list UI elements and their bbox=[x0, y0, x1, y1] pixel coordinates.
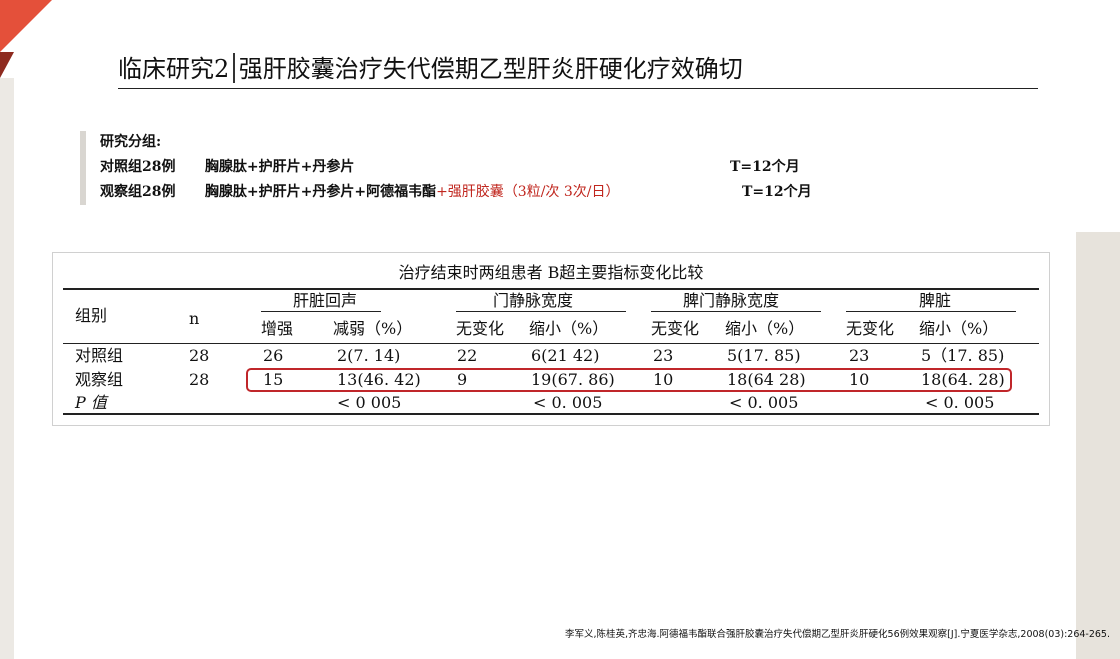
subheader: 缩小（%） bbox=[725, 319, 805, 338]
subheader: 减弱（%） bbox=[333, 319, 413, 338]
table-cell: 23 bbox=[849, 346, 870, 365]
col-n-header: n bbox=[189, 309, 200, 328]
table-cell: 10 bbox=[849, 370, 870, 389]
observation-group-duration: T=12个月 bbox=[742, 184, 812, 200]
title-prefix: 临床研究2 bbox=[118, 55, 230, 83]
slide: 临床研究2 强肝胶囊治疗失代偿期乙型肝炎肝硬化疗效确切 研究分组: 对照组28例 … bbox=[0, 0, 1120, 659]
groups-heading: 研究分组: bbox=[100, 134, 162, 150]
subheader: 缩小（%） bbox=[919, 319, 999, 338]
section-rule-1 bbox=[261, 311, 381, 312]
table-cell: 18(64 28) bbox=[727, 370, 806, 389]
header-bottom-rule bbox=[63, 343, 1039, 344]
table-cell: 22 bbox=[457, 346, 478, 365]
table-cell: 19(67. 86) bbox=[531, 370, 615, 389]
corner-ribbon bbox=[0, 0, 52, 52]
study-groups: 研究分组: 对照组28例 胸腺肽+护肝片+丹参片 T=12个月 观察组28例 胸… bbox=[80, 131, 840, 205]
control-group-label: 对照组28例 bbox=[100, 159, 176, 175]
citation: 李军义,陈桂英,齐忠海.阿德福韦酯联合强肝胶囊治疗失代偿期乙型肝炎肝硬化56例效… bbox=[565, 629, 1110, 640]
table-cell: 2(7. 14) bbox=[337, 346, 401, 365]
p-value: < 0. 005 bbox=[533, 393, 603, 412]
section-header-spleen: 脾脏 bbox=[919, 291, 952, 310]
p-value: < 0. 005 bbox=[925, 393, 995, 412]
section-rule-4 bbox=[846, 311, 1016, 312]
section-rule-2 bbox=[456, 311, 626, 312]
table-cell: 13(46. 42) bbox=[337, 370, 421, 389]
table-row-group: 对照组 bbox=[75, 346, 124, 365]
table-cell: 18(64. 28) bbox=[921, 370, 1005, 389]
control-group-regimen: 胸腺肽+护肝片+丹参片 bbox=[204, 159, 355, 175]
subheader: 无变化 bbox=[651, 319, 700, 338]
section-header-portal-vein: 门静脉宽度 bbox=[493, 291, 574, 310]
observation-group-row: 观察组28例 胸腺肽+护肝片+丹参片+阿德福韦酯+强肝胶囊（3粒/次 3次/日）… bbox=[100, 181, 840, 206]
subheader: 增强 bbox=[261, 319, 294, 338]
left-decor-strip bbox=[0, 78, 14, 659]
table-bottom-rule bbox=[63, 413, 1039, 415]
subheader: 缩小（%） bbox=[529, 319, 609, 338]
corner-ribbon-fold bbox=[0, 52, 14, 78]
table-title: 治疗结束时两组患者 B超主要指标变化比较 bbox=[398, 263, 704, 282]
table-cell: 6(21 42) bbox=[531, 346, 600, 365]
p-value-label: P 值 bbox=[75, 393, 107, 412]
title-separator bbox=[233, 53, 235, 83]
section-rule-3 bbox=[651, 311, 821, 312]
table-top-rule bbox=[63, 288, 1039, 290]
p-value: < 0. 005 bbox=[729, 393, 799, 412]
table-cell: 26 bbox=[263, 346, 284, 365]
section-header-liver: 肝脏回声 bbox=[293, 291, 358, 310]
table-cell: 5(17. 85) bbox=[727, 346, 801, 365]
table-cell: 23 bbox=[653, 346, 674, 365]
table-row-n: 28 bbox=[189, 346, 210, 365]
table-cell: 15 bbox=[263, 370, 284, 389]
table-cell: 9 bbox=[457, 370, 468, 389]
page-title: 临床研究2 强肝胶囊治疗失代偿期乙型肝炎肝硬化疗效确切 bbox=[118, 52, 1038, 89]
table-row-n: 28 bbox=[189, 370, 210, 389]
title-main: 强肝胶囊治疗失代偿期乙型肝炎肝硬化疗效确切 bbox=[238, 55, 743, 83]
section-header-splenic-vein: 脾门静脉宽度 bbox=[683, 291, 780, 310]
observation-group-highlight: +强肝胶囊（3粒/次 3次/日） bbox=[436, 184, 620, 200]
table-cell: 10 bbox=[653, 370, 674, 389]
table-row-group: 观察组 bbox=[75, 370, 124, 389]
observation-group-label: 观察组28例 bbox=[100, 184, 176, 200]
comparison-table: 治疗结束时两组患者 B超主要指标变化比较 组别 n 肝脏回声 门静脉宽度 脾门静… bbox=[52, 252, 1050, 426]
col-group-header: 组别 bbox=[75, 306, 108, 325]
observation-group-regimen: 胸腺肽+护肝片+丹参片+阿德福韦酯 bbox=[204, 184, 437, 200]
control-group-row: 对照组28例 胸腺肽+护肝片+丹参片 T=12个月 bbox=[100, 156, 840, 181]
subheader: 无变化 bbox=[846, 319, 895, 338]
right-decor-strip bbox=[1076, 232, 1120, 659]
control-group-duration: T=12个月 bbox=[730, 159, 800, 175]
p-value: < 0 005 bbox=[337, 393, 402, 412]
table-cell: 5（17. 85) bbox=[921, 346, 1005, 365]
subheader: 无变化 bbox=[456, 319, 505, 338]
